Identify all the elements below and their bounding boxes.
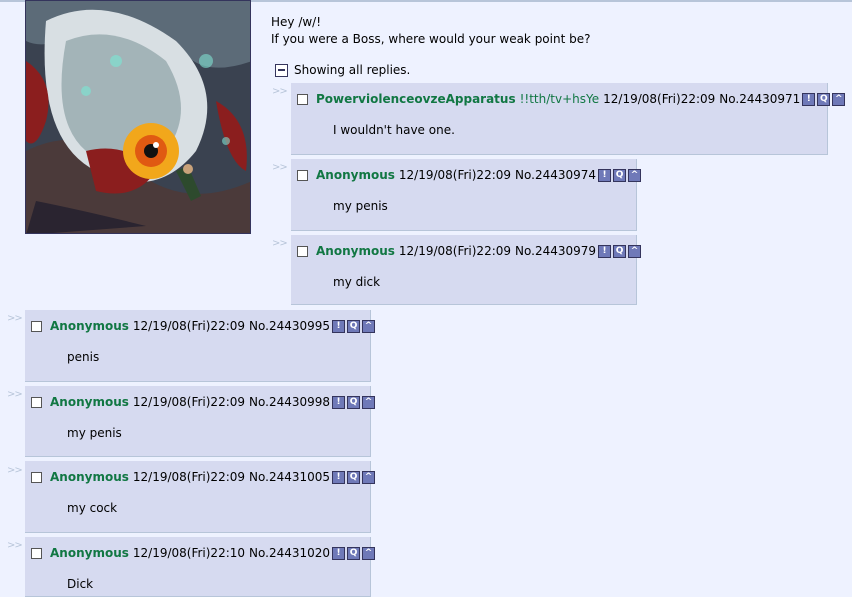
post-date: 12/19/08(Fri)22:10 — [132, 546, 246, 560]
post-date: 12/19/08(Fri)22:09 — [132, 395, 246, 409]
reply-arrows: >> — [7, 389, 23, 400]
post-header: Anonymous 12/19/08(Fri)22:09 No.24430995… — [31, 319, 376, 333]
expand-icon[interactable]: ^ — [832, 92, 846, 106]
report-icon[interactable]: ! — [802, 92, 816, 106]
poster-name: Anonymous — [50, 319, 129, 333]
report-icon[interactable]: ! — [332, 470, 346, 484]
expand-icon[interactable]: ^ — [628, 244, 642, 258]
post-header: PowerviolenceovzeApparatus !!tth/tv+hsYe… — [297, 92, 846, 106]
post-number-link[interactable]: No.24431005 — [249, 470, 330, 484]
post-message: my dick — [333, 275, 381, 289]
quote-icon[interactable]: Q — [613, 168, 627, 182]
post-number-link[interactable]: No.24431020 — [249, 546, 330, 560]
post-date: 12/19/08(Fri)22:09 — [132, 319, 246, 333]
post-message: my penis — [333, 199, 388, 213]
quote-icon[interactable]: Q — [817, 92, 831, 106]
quote-icon[interactable]: Q — [347, 546, 361, 560]
quote-icon[interactable]: Q — [347, 319, 361, 333]
expand-icon[interactable]: ^ — [362, 395, 376, 409]
reply-post: PowerviolenceovzeApparatus !!tth/tv+hsYe… — [291, 83, 846, 155]
poster-name: PowerviolenceovzeApparatus — [316, 92, 516, 106]
post-date: 12/19/08(Fri)22:09 — [603, 92, 716, 106]
op-line-1: Hey /w/! — [271, 15, 322, 29]
show-all-label: Showing all replies. — [294, 63, 411, 77]
show-all-replies: Showing all replies. — [275, 63, 410, 77]
poster-name: Anonymous — [316, 244, 395, 258]
expand-icon[interactable]: ^ — [362, 470, 376, 484]
post-header: Anonymous 12/19/08(Fri)22:09 No.24430979… — [297, 244, 642, 258]
post-number-link[interactable]: No.24430971 — [719, 92, 800, 106]
op-thumbnail-image[interactable] — [25, 0, 251, 234]
quote-icon[interactable]: Q — [347, 470, 361, 484]
poster-name: Anonymous — [316, 168, 395, 182]
post-select-checkbox[interactable] — [31, 396, 42, 408]
post-message: Dick — [67, 577, 94, 591]
reply-arrows: >> — [272, 86, 288, 97]
reply-arrows: >> — [7, 465, 23, 476]
reply-post: Anonymous 12/19/08(Fri)22:09 No.24430979… — [291, 235, 642, 305]
post-select-checkbox[interactable] — [297, 245, 308, 257]
post-number-link[interactable]: No.24430995 — [249, 319, 330, 333]
post-header: Anonymous 12/19/08(Fri)22:10 No.24431020… — [31, 546, 376, 560]
poster-name: Anonymous — [50, 546, 129, 560]
reply-arrows: >> — [272, 238, 288, 249]
post-number-link[interactable]: No.24430998 — [249, 395, 330, 409]
report-icon[interactable]: ! — [332, 319, 346, 333]
post-number-link[interactable]: No.24430979 — [515, 244, 596, 258]
post-message: penis — [67, 350, 100, 364]
report-icon[interactable]: ! — [332, 395, 346, 409]
report-icon[interactable]: ! — [598, 244, 612, 258]
expand-icon[interactable]: ^ — [362, 319, 376, 333]
quote-icon[interactable]: Q — [613, 244, 627, 258]
post-date: 12/19/08(Fri)22:09 — [398, 168, 512, 182]
boss-artwork-icon — [26, 1, 250, 233]
post-message: I wouldn't have one. — [333, 123, 455, 137]
collapse-icon[interactable] — [275, 63, 288, 77]
post-select-checkbox[interactable] — [297, 93, 308, 105]
post-message: my penis — [67, 426, 122, 440]
post-date: 12/19/08(Fri)22:09 — [398, 244, 512, 258]
reply-arrows: >> — [7, 313, 23, 324]
post-date: 12/19/08(Fri)22:09 — [132, 470, 246, 484]
quote-icon[interactable]: Q — [347, 395, 361, 409]
poster-name: Anonymous — [50, 470, 129, 484]
post-header: Anonymous 12/19/08(Fri)22:09 No.24431005… — [31, 470, 376, 484]
reply-post: Anonymous 12/19/08(Fri)22:09 No.24430974… — [291, 159, 642, 231]
reply-arrows: >> — [7, 540, 23, 551]
op-message: Hey /w/! If you were a Boss, where would… — [271, 14, 590, 48]
report-icon[interactable]: ! — [332, 546, 346, 560]
post-message: my cock — [67, 501, 118, 515]
op-line-2: If you were a Boss, where would your wea… — [271, 32, 591, 46]
post-number-link[interactable]: No.24430974 — [515, 168, 596, 182]
expand-icon[interactable]: ^ — [362, 546, 376, 560]
reply-post: Anonymous 12/19/08(Fri)22:09 No.24430995… — [25, 310, 376, 382]
poster-tripcode: !!tth/tv+hsYe — [519, 92, 600, 106]
poster-name: Anonymous — [50, 395, 129, 409]
expand-icon[interactable]: ^ — [628, 168, 642, 182]
reply-post: Anonymous 12/19/08(Fri)22:10 No.24431020… — [25, 537, 376, 597]
reply-post: Anonymous 12/19/08(Fri)22:09 No.24430998… — [25, 386, 376, 457]
reply-post: Anonymous 12/19/08(Fri)22:09 No.24431005… — [25, 461, 376, 533]
post-select-checkbox[interactable] — [297, 169, 308, 181]
report-icon[interactable]: ! — [598, 168, 612, 182]
post-header: Anonymous 12/19/08(Fri)22:09 No.24430974… — [297, 168, 642, 182]
post-select-checkbox[interactable] — [31, 547, 42, 559]
post-select-checkbox[interactable] — [31, 471, 42, 483]
reply-arrows: >> — [272, 162, 288, 173]
post-header: Anonymous 12/19/08(Fri)22:09 No.24430998… — [31, 395, 376, 409]
post-select-checkbox[interactable] — [31, 320, 42, 332]
